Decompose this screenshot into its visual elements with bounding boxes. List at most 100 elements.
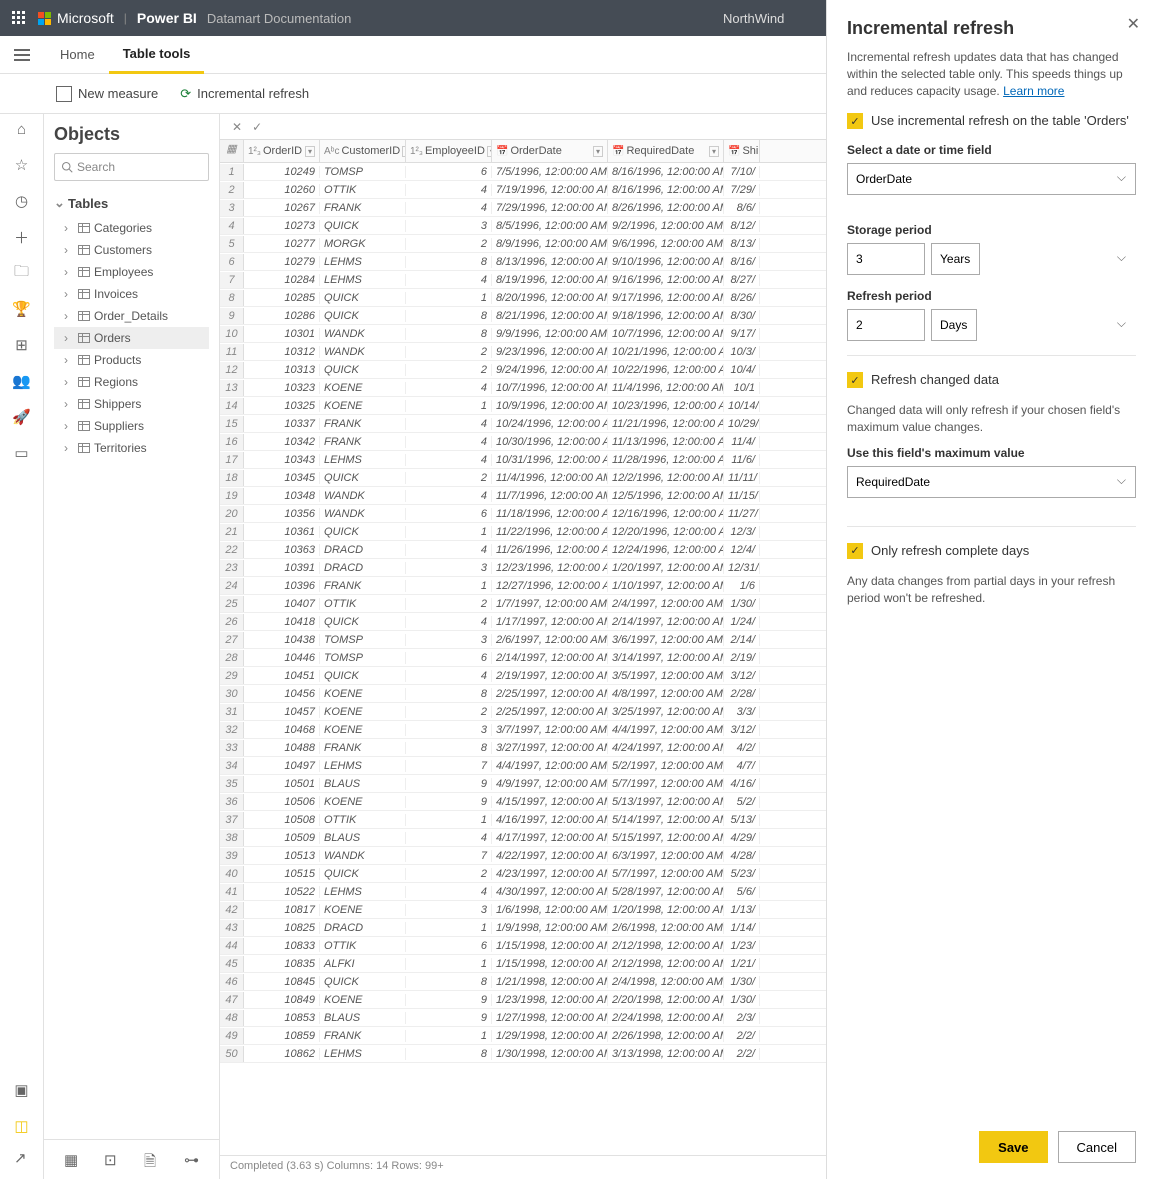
corner-cell[interactable]: ▦ [220,140,244,162]
sidebar-item-suppliers[interactable]: ›Suppliers [54,415,209,437]
table-icon [78,245,90,255]
incremental-refresh-button[interactable]: ⟳ Incremental refresh [180,86,309,102]
document-name: NorthWind [723,11,784,26]
chevron-right-icon: › [64,287,74,301]
rail-goals-icon[interactable]: 🏆 [13,300,31,318]
new-measure-button[interactable]: New measure [56,86,158,102]
partial-days-description: Any data changes from partial days in yo… [847,573,1136,607]
query-view-icon[interactable]: 🗎 [144,1151,162,1169]
close-icon[interactable]: ✕ [1127,14,1140,34]
brand-text: Microsoft [57,10,114,26]
chevron-right-icon: › [64,419,74,433]
date-field-select[interactable]: OrderDate [847,163,1136,195]
table-view-icon[interactable]: ▦ [64,1151,82,1169]
table-icon [78,311,90,321]
sidebar-item-shippers[interactable]: ›Shippers [54,393,209,415]
table-icon [78,355,90,365]
checkbox-checked-icon[interactable]: ✓ [847,543,863,559]
context-text: Datamart Documentation [207,11,352,26]
rail-create-icon[interactable]: ＋ [13,228,31,246]
sidebar-item-employees[interactable]: ›Employees [54,261,209,283]
chevron-right-icon: › [64,243,74,257]
chevron-right-icon: › [64,331,74,345]
changed-data-description: Changed data will only refresh if your c… [847,402,1136,436]
chevron-right-icon: › [64,375,74,389]
storage-value-input[interactable] [847,243,925,275]
chevron-right-icon: › [64,441,74,455]
col-employeeid[interactable]: 1²₃EmployeeID▾ [406,140,492,162]
panel-description: Incremental refresh updates data that ha… [847,49,1136,99]
expand-icon[interactable]: ↗ [14,1149,27,1167]
app-launcher-icon[interactable] [12,11,26,25]
chevron-right-icon: › [64,221,74,235]
refresh-unit-select[interactable]: Days [931,309,977,341]
date-field-label: Select a date or time field [847,143,1136,157]
table-icon [78,223,90,233]
left-rail: ⌂ ☆ ◷ ＋ 🗀 🏆 ⊞ 👥 🚀 ▭ ▣ ◫ [0,114,44,1179]
cancel-button[interactable]: Cancel [1058,1131,1136,1163]
model-view-icon[interactable]: ⊡ [104,1151,122,1169]
max-field-select[interactable]: RequiredDate [847,466,1136,498]
tab-home[interactable]: Home [46,36,109,74]
search-input[interactable]: Search [54,153,209,181]
learn-more-link[interactable]: Learn more [1003,84,1064,98]
sidebar-item-customers[interactable]: ›Customers [54,239,209,261]
save-button[interactable]: Save [979,1131,1047,1163]
col-requireddate[interactable]: 📅RequiredDate▾ [608,140,724,162]
table-icon [78,267,90,277]
sidebar-title: Objects [54,124,209,145]
rail-apps-icon[interactable]: ⊞ [13,336,31,354]
col-orderid[interactable]: 1²₃OrderID▾ [244,140,320,162]
storage-unit-select[interactable]: Years [931,243,980,275]
refresh-value-input[interactable] [847,309,925,341]
rail-shared-icon[interactable]: 👥 [13,372,31,390]
tab-table-tools[interactable]: Table tools [109,36,205,74]
number-type-icon: 1²₃ [410,146,423,157]
hamburger-icon[interactable] [14,46,30,64]
col-shipped[interactable]: 📅Shi [724,140,760,162]
chevron-down-icon[interactable]: ▾ [593,146,603,157]
rail-deploy-icon[interactable]: 🚀 [13,408,31,426]
chevron-right-icon: › [64,353,74,367]
sidebar-item-invoices[interactable]: ›Invoices [54,283,209,305]
rail-datasets-icon[interactable]: 🗀 [13,264,31,282]
date-type-icon: 📅 [496,146,508,157]
text-type-icon: Aᵇc [324,146,339,157]
rail-workspaces-icon[interactable]: ▣ [13,1081,31,1099]
col-orderdate[interactable]: 📅OrderDate▾ [492,140,608,162]
accept-formula-icon[interactable]: ✓ [252,120,262,134]
chevron-down-icon[interactable]: ▾ [709,146,719,157]
number-type-icon: 1²₃ [248,146,261,157]
rail-home-icon[interactable]: ⌂ [13,120,31,138]
panel-title: Incremental refresh [847,18,1136,39]
rail-datamart-icon[interactable]: ◫ [13,1117,31,1135]
sidebar-item-territories[interactable]: ›Territories [54,437,209,459]
sidebar-item-orders[interactable]: ›Orders [54,327,209,349]
cancel-formula-icon[interactable]: ✕ [232,120,242,134]
microsoft-logo-icon [38,12,51,25]
search-icon [61,161,73,173]
table-icon [78,377,90,387]
sidebar-group-tables[interactable]: ⌄ Tables [54,195,209,211]
rail-favorites-icon[interactable]: ☆ [13,156,31,174]
table-icon [78,421,90,431]
refresh-icon: ⟳ [180,86,191,102]
sidebar-item-categories[interactable]: ›Categories [54,217,209,239]
complete-days-checkbox-row[interactable]: ✓ Only refresh complete days [847,543,1136,559]
storage-period-label: Storage period [847,223,1136,237]
refresh-changed-checkbox-row[interactable]: ✓ Refresh changed data [847,372,1136,388]
checkbox-checked-icon[interactable]: ✓ [847,113,863,129]
checkbox-checked-icon[interactable]: ✓ [847,372,863,388]
sidebar-item-products[interactable]: ›Products [54,349,209,371]
rail-recent-icon[interactable]: ◷ [13,192,31,210]
max-field-label: Use this field's maximum value [847,446,1136,460]
sidebar-item-regions[interactable]: ›Regions [54,371,209,393]
rail-learn-icon[interactable]: ▭ [13,444,31,462]
col-customerid[interactable]: AᵇcCustomerID▾ [320,140,406,162]
chevron-right-icon: › [64,309,74,323]
sidebar-item-order_details[interactable]: ›Order_Details [54,305,209,327]
use-incremental-checkbox-row[interactable]: ✓ Use incremental refresh on the table '… [847,113,1136,129]
table-icon [78,399,90,409]
chevron-down-icon[interactable]: ▾ [305,146,315,157]
relationships-icon[interactable]: ⊶ [184,1151,202,1169]
